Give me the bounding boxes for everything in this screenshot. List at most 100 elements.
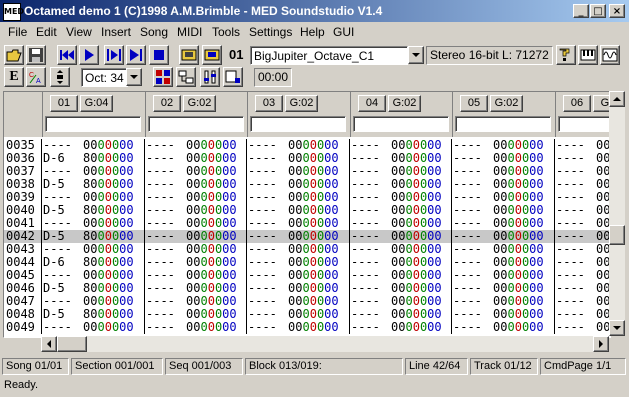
tracker-editor[interactable]: 01G:0402G:0203G:0204G:0205G:0206G:0 0035… bbox=[3, 91, 611, 338]
spacing-button[interactable] bbox=[50, 67, 70, 87]
track-separator bbox=[451, 230, 452, 243]
instrument-list-button[interactable] bbox=[153, 67, 173, 87]
menu-view[interactable]: View bbox=[66, 25, 92, 39]
track-number-button[interactable]: 04 bbox=[358, 95, 386, 112]
track-group-button[interactable]: G:02 bbox=[183, 95, 216, 112]
track-name-input[interactable] bbox=[148, 116, 244, 132]
horizontal-scrollbar[interactable] bbox=[41, 336, 609, 352]
note-cell[interactable]: ---- bbox=[351, 321, 380, 334]
load-instrument-button[interactable] bbox=[179, 45, 199, 65]
rewind-icon bbox=[60, 50, 74, 60]
track-separator bbox=[554, 269, 555, 282]
status-seq: Seq 001/003 bbox=[165, 358, 243, 375]
menu-settings[interactable]: Settings bbox=[249, 25, 292, 39]
track-name-input[interactable] bbox=[353, 116, 449, 132]
track-name-input[interactable] bbox=[558, 116, 610, 132]
scroll-right-button[interactable] bbox=[593, 336, 609, 352]
track-separator bbox=[144, 217, 145, 230]
command-cell[interactable]: 0000000 bbox=[186, 321, 237, 334]
track-separator bbox=[41, 230, 42, 243]
horizontal-scroll-thumb[interactable] bbox=[57, 336, 87, 352]
track-separator bbox=[41, 321, 42, 334]
track-number-button[interactable]: 05 bbox=[460, 95, 488, 112]
play-button[interactable] bbox=[79, 45, 99, 65]
open-button[interactable] bbox=[4, 45, 24, 65]
track-separator bbox=[144, 165, 145, 178]
track-number-button[interactable]: 02 bbox=[153, 95, 181, 112]
scroll-left-button[interactable] bbox=[41, 336, 57, 352]
command-cell[interactable]: 0000000 bbox=[391, 321, 442, 334]
track-name-input[interactable] bbox=[45, 116, 141, 132]
track-group-button[interactable]: G:02 bbox=[388, 95, 421, 112]
note-cell[interactable]: ---- bbox=[43, 321, 72, 334]
track-separator bbox=[144, 295, 145, 308]
note-cell[interactable]: ---- bbox=[248, 321, 277, 334]
maximize-button[interactable]: □ bbox=[590, 4, 606, 18]
track-name-input[interactable] bbox=[455, 116, 551, 132]
octave-dropdown-button[interactable] bbox=[126, 68, 142, 86]
close-button[interactable]: × bbox=[609, 4, 625, 18]
block-list-button[interactable] bbox=[176, 67, 196, 87]
track-header: 06G:0 bbox=[555, 92, 610, 137]
track-separator bbox=[451, 256, 452, 269]
save-instrument-button[interactable] bbox=[202, 45, 222, 65]
edit-mode-button[interactable]: E bbox=[4, 67, 24, 87]
pattern-row[interactable]: 0049 ---- 0000000 ---- 0000000 ---- 0000000 ---… bbox=[4, 321, 610, 334]
vertical-scrollbar[interactable] bbox=[609, 91, 625, 336]
play-block-icon bbox=[107, 49, 121, 61]
menu-gui[interactable]: GUI bbox=[333, 25, 354, 39]
menu-file[interactable]: File bbox=[8, 25, 27, 39]
mixer-button[interactable] bbox=[200, 67, 220, 87]
track-name-input[interactable] bbox=[250, 116, 346, 132]
blocks-icon bbox=[178, 70, 194, 84]
track-header: 05 G:02 bbox=[452, 92, 555, 137]
menu-help[interactable]: Help bbox=[300, 25, 325, 39]
waveform-button[interactable] bbox=[600, 45, 620, 65]
command-cell[interactable]: 0000000 bbox=[493, 321, 544, 334]
menu-insert[interactable]: Insert bbox=[101, 25, 131, 39]
command-cell[interactable]: 0000000 bbox=[83, 321, 134, 334]
track-separator bbox=[246, 282, 247, 295]
track-group-button[interactable]: G:02 bbox=[490, 95, 523, 112]
note-cell[interactable]: ---- bbox=[556, 321, 585, 334]
minimize-button[interactable]: _ bbox=[573, 4, 589, 18]
track-number-button[interactable]: 01 bbox=[50, 95, 78, 112]
menu-tools[interactable]: Tools bbox=[212, 25, 240, 39]
track-group-button[interactable]: G:02 bbox=[285, 95, 318, 112]
instrument-dropdown-button[interactable] bbox=[408, 46, 424, 64]
octave-select[interactable]: Oct: 34 bbox=[81, 68, 128, 87]
line-number: 0049 bbox=[6, 320, 35, 334]
help-button[interactable] bbox=[556, 45, 576, 65]
menu-midi[interactable]: MIDI bbox=[177, 25, 202, 39]
app-icon[interactable]: MED bbox=[3, 3, 24, 21]
keyboard-button[interactable] bbox=[578, 45, 598, 65]
vertical-scroll-thumb[interactable] bbox=[609, 225, 625, 245]
play-cursor-icon bbox=[130, 49, 142, 61]
track-separator bbox=[554, 308, 555, 321]
stop-button[interactable] bbox=[149, 45, 169, 65]
play-block-button[interactable] bbox=[104, 45, 124, 65]
instrument-name-select[interactable]: BigJupiter_Octave_C1 bbox=[250, 46, 408, 65]
scroll-up-button[interactable] bbox=[609, 91, 625, 107]
menu-edit[interactable]: Edit bbox=[36, 25, 57, 39]
note-cell[interactable]: ---- bbox=[146, 321, 175, 334]
track-number-button[interactable]: 06 bbox=[563, 95, 591, 112]
command-cell[interactable]: 0000000 bbox=[288, 321, 339, 334]
track-separator bbox=[349, 178, 350, 191]
track-group-button[interactable]: G:04 bbox=[80, 95, 113, 112]
note-cell[interactable]: ---- bbox=[453, 321, 482, 334]
menu-song[interactable]: Song bbox=[140, 25, 168, 39]
play-from-cursor-button[interactable] bbox=[126, 45, 146, 65]
track-separator bbox=[41, 139, 42, 152]
title-bar[interactable]: MED Octamed demo 1 (C)1998 A.M.Brimble -… bbox=[0, 0, 629, 22]
scroll-down-button[interactable] bbox=[609, 320, 625, 336]
track-separator bbox=[41, 178, 42, 191]
folder-icon bbox=[6, 49, 22, 62]
track-number-button[interactable]: 03 bbox=[255, 95, 283, 112]
chord-button[interactable]: CA bbox=[26, 67, 46, 87]
track-separator bbox=[41, 191, 42, 204]
spacing-icon bbox=[57, 70, 63, 84]
save-button[interactable] bbox=[26, 45, 46, 65]
rewind-button[interactable] bbox=[57, 45, 77, 65]
properties-button[interactable] bbox=[223, 67, 243, 87]
